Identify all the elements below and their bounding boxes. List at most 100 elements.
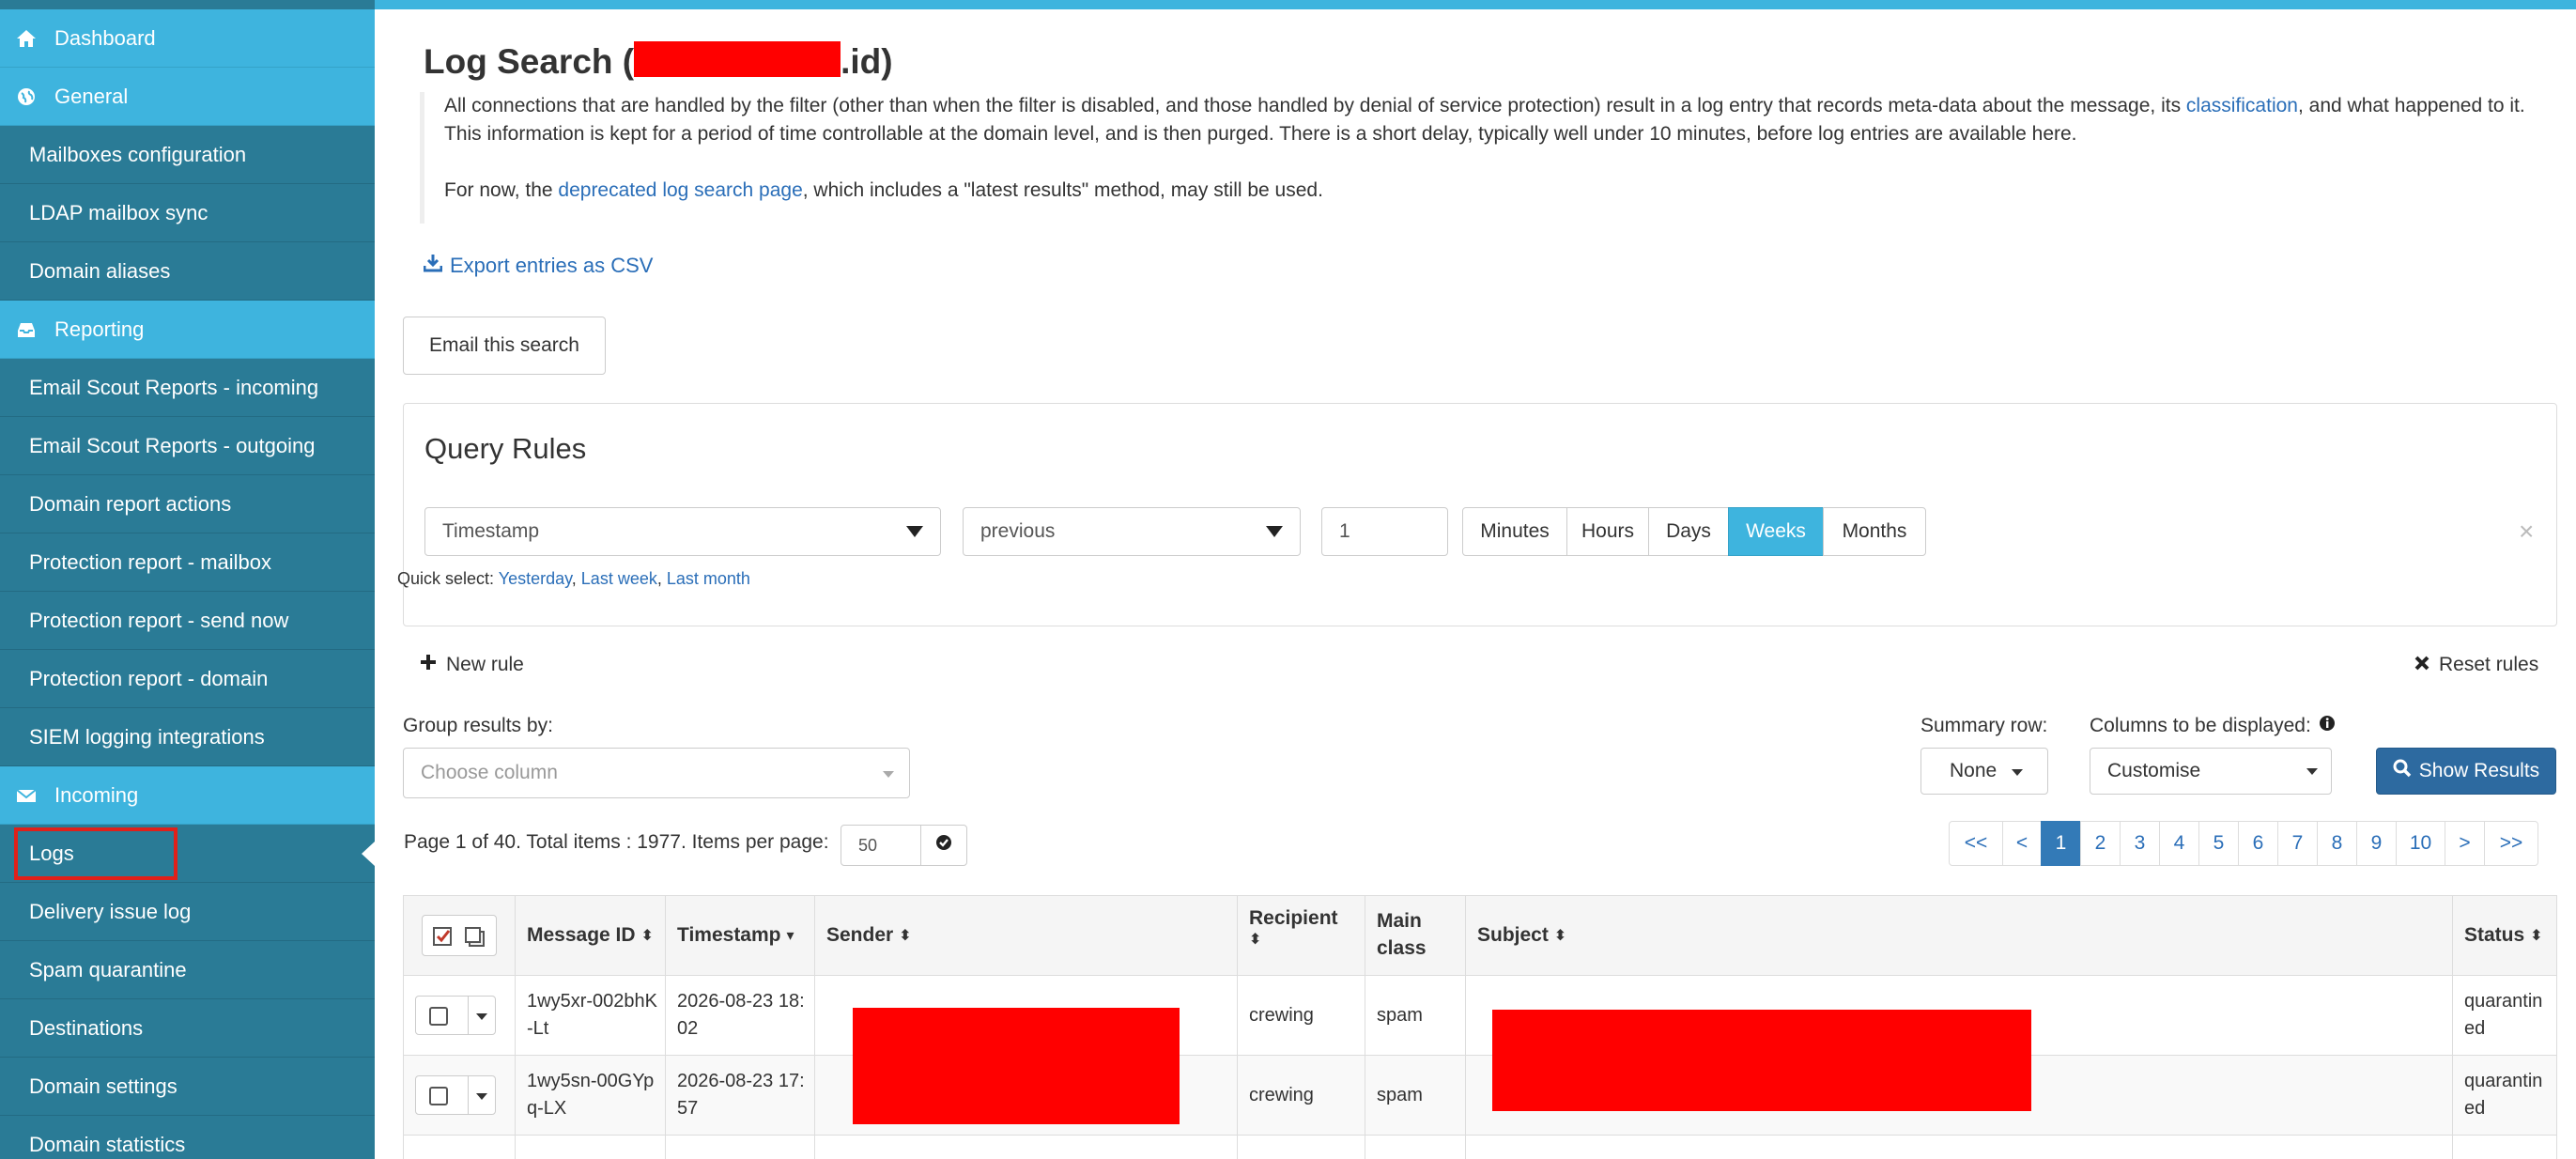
quick-select-last-month[interactable]: Last month [667,569,750,588]
sidebar-item-dashboard[interactable]: Dashboard [0,9,375,68]
export-csv-link[interactable]: Export entries as CSV [423,254,653,278]
page-4-button[interactable]: 4 [2159,821,2199,866]
select-all-icon[interactable] [432,926,455,954]
sidebar-item-general[interactable]: General [0,68,375,126]
sidebar-item-domain-statistics[interactable]: Domain statistics [0,1116,375,1159]
inbox-icon [15,318,38,341]
page-next-button[interactable]: > [2445,821,2485,866]
page-7-button[interactable]: 7 [2277,821,2318,866]
search-icon [2393,759,2412,783]
unit-weeks-button[interactable]: Weeks [1728,507,1824,556]
page-first-button[interactable]: << [1949,821,2003,866]
page-prev-button[interactable]: < [2002,821,2042,866]
sidebar-item-incoming[interactable]: Incoming [0,766,375,825]
sort-icon: ⬍ [640,928,654,944]
summary-row-dropdown[interactable]: None [1920,748,2048,795]
sidebar-item-domain-aliases[interactable]: Domain aliases [0,242,375,301]
column-subject[interactable]: Subject ⬍ [1465,895,2453,976]
row-select-control[interactable] [415,1075,496,1115]
unit-months-button[interactable]: Months [1823,507,1926,556]
page-6-button[interactable]: 6 [2238,821,2278,866]
sort-desc-icon: ▾ [786,928,794,944]
row-checkbox[interactable] [429,1007,448,1026]
column-timestamp[interactable]: Timestamp ▾ [665,895,815,976]
quick-select-last-week[interactable]: Last week [581,569,657,588]
table-cell-status [2452,1135,2557,1159]
page-5-button[interactable]: 5 [2198,821,2239,866]
apply-items-per-page-button[interactable] [920,825,967,866]
table-cell-message-id[interactable] [515,1135,666,1159]
chevron-down-icon [2012,769,2023,776]
classification-link[interactable]: classification [2186,95,2298,116]
page-2-button[interactable]: 2 [2080,821,2121,866]
page-1-button[interactable]: 1 [2041,821,2081,866]
rule-operator-select[interactable]: previous [963,507,1301,556]
sidebar-item-protection-report-mailbox[interactable]: Protection report - mailbox [0,533,375,592]
page-3-button[interactable]: 3 [2120,821,2160,866]
sidebar-item-domain-settings[interactable]: Domain settings [0,1058,375,1116]
sidebar-item-email-scout-incoming[interactable]: Email Scout Reports - incoming [0,359,375,417]
sidebar-item-label: Destinations [29,1015,144,1040]
columns-select[interactable]: Customise [2090,748,2332,795]
table-cell-timestamp: 2026-08-23 18:02 [665,975,815,1056]
column-sender[interactable]: Sender ⬍ [814,895,1238,976]
columns-value: Customise [2107,760,2201,781]
sidebar-item-label: Incoming [54,782,139,807]
chevron-down-icon[interactable] [476,1093,487,1100]
sidebar-item-delivery-issue-log[interactable]: Delivery issue log [0,883,375,941]
envelope-icon [15,784,38,807]
sidebar-item-domain-report-actions[interactable]: Domain report actions [0,475,375,533]
column-header-label: Subject [1477,924,1549,946]
redacted-domain [634,41,841,77]
page-10-button[interactable]: 10 [2396,821,2445,866]
show-results-button[interactable]: Show Results [2376,748,2556,795]
email-this-search-button[interactable]: Email this search [403,317,606,375]
page-8-button[interactable]: 8 [2317,821,2357,866]
column-header-label: Sender [826,924,894,946]
reset-rules-button[interactable]: Reset rules [2414,654,2538,676]
row-checkbox[interactable] [429,1087,448,1105]
column-message-id[interactable]: Message ID ⬍ [515,895,666,976]
sidebar-item-reporting[interactable]: Reporting [0,301,375,359]
sidebar-item-protection-report-send-now[interactable]: Protection report - send now [0,592,375,650]
sidebar-item-spam-quarantine[interactable]: Spam quarantine [0,941,375,999]
sidebar-item-destinations[interactable]: Destinations [0,999,375,1058]
page-9-button[interactable]: 9 [2356,821,2397,866]
sidebar-item-siem-logging[interactable]: SIEM logging integrations [0,708,375,766]
remove-rule-button[interactable]: × [2519,517,2534,547]
page-last-button[interactable]: >> [2484,821,2538,866]
cell-text: quarantined [2464,991,2543,1039]
sort-icon: ⬍ [1553,928,1567,944]
new-rule-button[interactable]: New rule [420,654,524,676]
unit-minutes-button[interactable]: Minutes [1462,507,1567,556]
column-main-class[interactable]: Main class [1365,895,1466,976]
group-by-select[interactable]: Choose column [403,748,910,798]
intro-text-segment: , which includes a "latest results" meth… [802,179,1323,201]
quick-select-yesterday[interactable]: Yesterday [499,569,572,588]
intro-text: All connections that are handled by the … [420,92,2533,224]
column-recipient[interactable]: Recipient ⬍ [1237,895,1365,976]
sidebar-item-ldap-mailbox-sync[interactable]: LDAP mailbox sync [0,184,375,242]
redacted-subject [1492,1010,2031,1111]
unit-hours-button[interactable]: Hours [1566,507,1649,556]
info-icon[interactable] [2319,715,2336,737]
chevron-down-icon[interactable] [476,1013,487,1020]
sidebar-item-protection-report-domain[interactable]: Protection report - domain [0,650,375,708]
table-cell-message-id[interactable]: 1wy5xr-002bhK-Lt [515,975,666,1056]
rule-amount-input[interactable]: 1 [1321,507,1448,556]
sidebar-item-label: General [54,84,129,108]
table-cell-subject[interactable] [1465,1135,2453,1159]
row-select-control[interactable] [415,996,496,1035]
deprecated-log-search-link[interactable]: deprecated log search page [558,179,802,201]
table-cell-message-id[interactable]: 1wy5sn-00GYpq-LX [515,1055,666,1136]
intro-text-segment: , and what happened to it. [2297,95,2525,116]
rule-field-select[interactable]: Timestamp [424,507,941,556]
copy-icon[interactable] [464,926,486,954]
sidebar-item-mailboxes-configuration[interactable]: Mailboxes configuration [0,126,375,184]
rule-operator-value: previous [980,520,1056,542]
unit-days-button[interactable]: Days [1648,507,1729,556]
table-cell-main-class: spam [1365,975,1466,1056]
items-per-page-input[interactable]: 50 [841,825,921,866]
sidebar-item-email-scout-outgoing[interactable]: Email Scout Reports - outgoing [0,417,375,475]
column-status[interactable]: Status ⬍ [2452,895,2557,976]
